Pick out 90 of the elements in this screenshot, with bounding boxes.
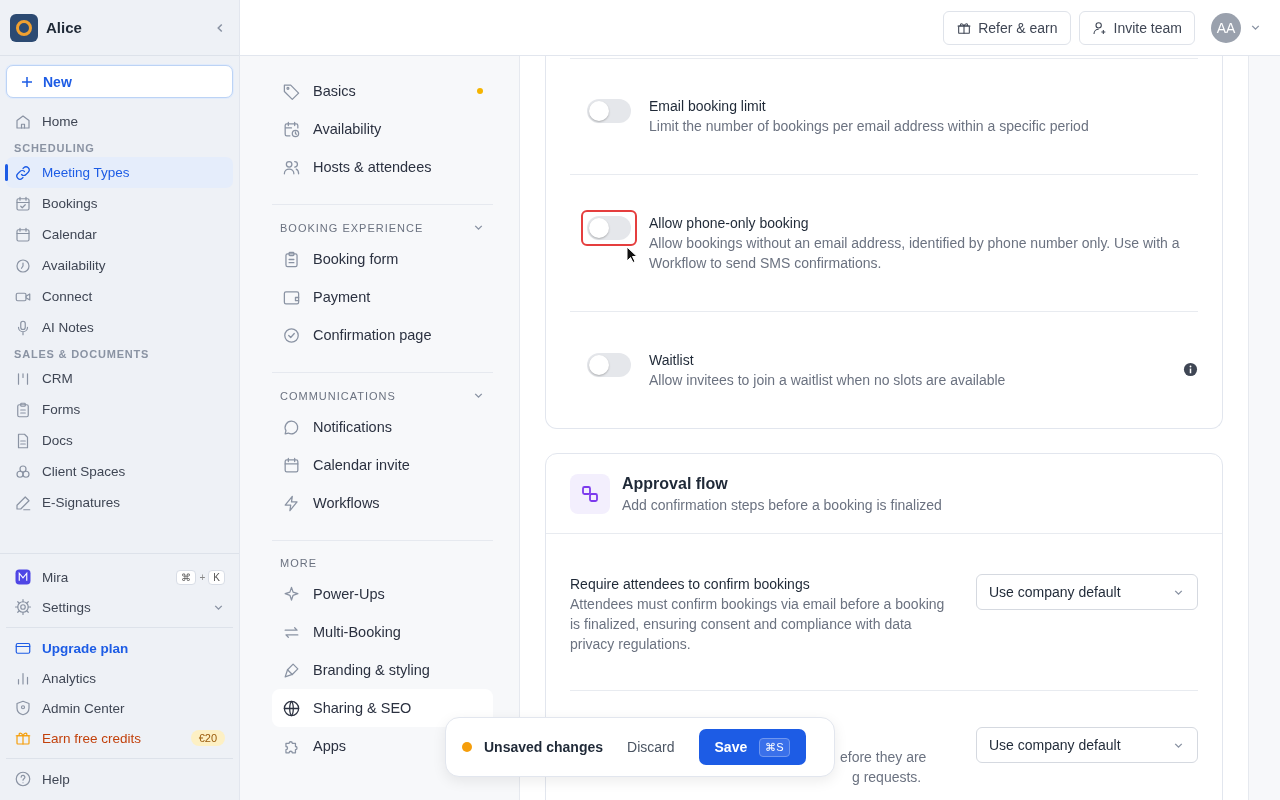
settings-nav-item[interactable]: Availability — [272, 110, 493, 148]
setting-description: Allow bookings without an email address, identified by phone number only. Use with a Workflow to send SMS confirmations. — [649, 234, 1181, 273]
help-item[interactable]: Help — [6, 764, 233, 794]
assistant-item[interactable]: Mira ⌘ + K — [6, 562, 233, 592]
sidebar-item[interactable]: Analytics — [6, 663, 233, 693]
setting-title: Allow phone-only booking — [649, 214, 810, 233]
sidebar-item[interactable]: Calendar — [6, 219, 233, 250]
setting-title: Waitlist — [649, 351, 695, 370]
mouse-cursor-icon — [626, 246, 638, 264]
clipboard-icon — [14, 400, 32, 419]
sidebar-item[interactable]: Availability — [6, 250, 233, 281]
sidebar-item[interactable]: Client Spaces — [6, 456, 233, 487]
new-button[interactable]: New — [6, 65, 233, 98]
save-button[interactable]: Save ⌘S — [698, 729, 806, 765]
settings-nav-item[interactable]: Workflows — [272, 484, 493, 522]
discard-button[interactable]: Discard — [615, 739, 687, 755]
setting-title: Email booking limit — [649, 97, 767, 116]
status-dot — [462, 742, 472, 752]
help-icon — [14, 770, 32, 788]
assistant-logo-icon — [14, 568, 32, 586]
dropdown[interactable]: Use company default — [976, 727, 1198, 763]
toggle-switch[interactable] — [587, 353, 631, 377]
refer-button[interactable]: Refer & earn — [943, 10, 1071, 45]
settings-nav-item[interactable]: Basics — [272, 72, 493, 110]
card-subtitle: Add confirmation steps before a booking is finalized — [622, 496, 942, 515]
plus-sign: + — [199, 571, 206, 583]
section-heading: SCHEDULING — [13, 141, 96, 156]
settings-nav-item[interactable]: Confirmation page — [272, 316, 493, 354]
sidebar-item[interactable]: Docs — [6, 425, 233, 456]
sidebar-item[interactable]: Home — [6, 106, 233, 137]
info-icon[interactable] — [1183, 362, 1198, 377]
circles-icon — [14, 462, 32, 481]
shield-icon — [14, 699, 32, 717]
calendar-icon — [14, 225, 32, 244]
check-circle-icon — [282, 325, 301, 345]
group-heading: COMMUNICATIONS — [280, 389, 396, 402]
app-logo — [10, 13, 38, 42]
setting-description: Limit the number of bookings per email address within a specific period — [649, 117, 1090, 136]
globe-icon — [282, 698, 301, 718]
shortcut-key: ⌘ — [176, 569, 197, 585]
settings-nav-item[interactable]: Booking form — [272, 240, 493, 278]
calendar-clock-icon — [282, 119, 301, 139]
credit-badge: €20 — [190, 730, 225, 746]
settings-nav-item[interactable]: Branding & styling — [272, 651, 493, 689]
settings-nav-item[interactable]: Sharing & SEO — [272, 689, 493, 727]
sidebar-item[interactable]: AI Notes — [6, 312, 233, 343]
sidebar-item[interactable]: Admin Center — [6, 693, 233, 723]
add-user-icon — [1091, 19, 1108, 36]
workflow-icon — [570, 474, 610, 514]
calendar-icon — [282, 455, 301, 475]
settings-icon — [14, 598, 32, 616]
clipboard-icon — [282, 249, 301, 269]
sparkle-icon — [282, 584, 301, 604]
invite-button[interactable]: Invite team — [1078, 10, 1195, 45]
dropdown[interactable]: Use company default — [976, 574, 1198, 610]
settings-item[interactable]: Settings — [6, 592, 233, 622]
sidebar-item[interactable]: Bookings — [6, 188, 233, 219]
group-heading: MORE — [280, 557, 317, 569]
link-icon — [14, 163, 32, 182]
toggle-switch[interactable] — [587, 216, 631, 240]
setting-title: Require attendees to confirm bookings — [570, 575, 811, 594]
setting-description: Allow invitees to join a waitlist when no slots are available — [649, 371, 1007, 390]
card-title: Approval flow — [622, 474, 729, 494]
group-heading: BOOKING EXPERIENCE — [280, 221, 424, 234]
sidebar-item[interactable]: Forms — [6, 394, 233, 425]
settings-nav-item[interactable]: Power-Ups — [272, 575, 493, 613]
setting-description: g requests. — [851, 768, 923, 787]
pen-icon — [14, 493, 32, 512]
sidebar-item[interactable]: CRM — [6, 363, 233, 394]
settings-nav-item[interactable]: Notifications — [272, 408, 493, 446]
plus-icon — [21, 75, 33, 88]
workspace-name: Alice — [46, 19, 83, 36]
settings-nav-item[interactable]: Multi-Booking — [272, 613, 493, 651]
unsaved-message: Unsaved changes — [484, 739, 604, 755]
shortcut-key: K — [208, 569, 225, 585]
shortcut-key: ⌘S — [759, 737, 790, 757]
toggle-switch[interactable] — [587, 99, 631, 123]
setting-description: Attendees must confirm bookings via email before a booking is finalized, ensuring consent and compliance with data privacy regulations. — [570, 595, 946, 654]
settings-nav-item[interactable]: Hosts & attendees — [272, 148, 493, 186]
settings-nav-item[interactable]: Calendar invite — [272, 446, 493, 484]
sidebar-item[interactable]: Meeting Types — [6, 157, 233, 188]
sidebar-item[interactable]: Earn free credits €20 — [6, 723, 233, 753]
sidebar-item[interactable]: Upgrade plan — [6, 633, 233, 663]
section-heading: SALES & DOCUMENTS — [13, 347, 151, 362]
sidebar-item[interactable]: Connect — [6, 281, 233, 312]
sidebar-item[interactable]: E-Signatures — [6, 487, 233, 518]
lightning-icon — [282, 493, 301, 513]
calendar-check-icon — [14, 194, 32, 213]
settings-nav-item[interactable]: Payment — [272, 278, 493, 316]
clock-icon — [14, 256, 32, 275]
